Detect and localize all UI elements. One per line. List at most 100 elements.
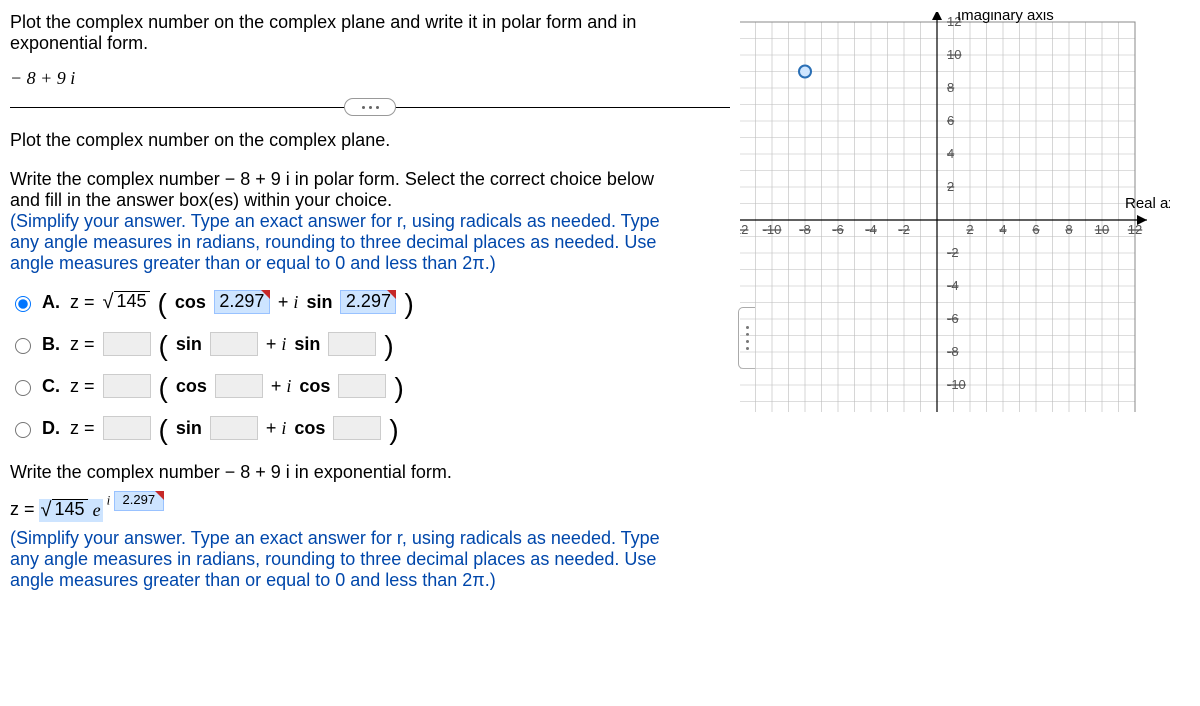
svg-text:4: 4 xyxy=(999,222,1006,237)
e-symbol: e xyxy=(93,500,101,520)
eq-label: z = xyxy=(70,376,95,397)
svg-text:6: 6 xyxy=(947,113,954,128)
polar-line1: Write the complex number − 8 + 9 i in po… xyxy=(10,169,730,190)
fn2: sin xyxy=(306,292,332,313)
choice-d-radio[interactable] xyxy=(15,422,31,438)
svg-text:-6: -6 xyxy=(947,311,959,326)
sqrt-value: 145 xyxy=(52,499,88,520)
fn2: cos xyxy=(299,376,330,397)
fn1: sin xyxy=(176,334,202,355)
eq-label: z = xyxy=(70,334,95,355)
svg-text:8: 8 xyxy=(1065,222,1072,237)
r-input[interactable] xyxy=(103,332,151,356)
angle-input-2[interactable]: 2.297 xyxy=(340,290,396,314)
angle-input-1[interactable]: 2.297 xyxy=(214,290,270,314)
plus-i: + i xyxy=(266,418,287,439)
angle-input-2[interactable] xyxy=(338,374,386,398)
plus-i: + i xyxy=(271,376,292,397)
complex-plane[interactable]: -12-12-10-10-8-8-6-6-4-4-2-2224466881010… xyxy=(740,12,1170,412)
svg-text:10: 10 xyxy=(1095,222,1109,237)
svg-text:2: 2 xyxy=(966,222,973,237)
svg-text:8: 8 xyxy=(947,80,954,95)
svg-text:Real axis: Real axis xyxy=(1125,195,1170,212)
choice-letter: B. xyxy=(42,334,60,355)
fn2: cos xyxy=(294,418,325,439)
choice-b[interactable]: B. z = ( sin + i sin ) xyxy=(10,328,730,360)
svg-text:6: 6 xyxy=(1032,222,1039,237)
polar-hint2: any angle measures in radians, rounding … xyxy=(10,232,730,253)
question-panel: Plot the complex number on the complex p… xyxy=(10,12,740,591)
expand-toggle[interactable] xyxy=(344,98,396,116)
svg-text:-12: -12 xyxy=(947,410,966,412)
svg-text:-2: -2 xyxy=(947,245,959,260)
exponent: i 2.297 xyxy=(107,491,164,511)
plot-instruction: Plot the complex number on the complex p… xyxy=(10,130,730,151)
choice-letter: C. xyxy=(42,376,60,397)
prompt-line2: exponential form. xyxy=(10,33,730,54)
eq-label: z = xyxy=(10,499,35,520)
choice-list: A. z = √145 ( cos 2.297 + i sin 2.297 ) … xyxy=(10,286,730,444)
choice-c[interactable]: C. z = ( cos + i cos ) xyxy=(10,370,730,402)
sqrt-r: √145 xyxy=(103,291,150,314)
expression-text: − 8 + 9 i xyxy=(10,68,75,88)
exp-prompt: Write the complex number − 8 + 9 i in ex… xyxy=(10,462,730,483)
selected-r: √145 e xyxy=(39,499,103,522)
exp-angle-input[interactable]: 2.297 xyxy=(114,491,164,511)
choice-letter: D. xyxy=(42,418,60,439)
angle-input-2[interactable] xyxy=(328,332,376,356)
svg-text:-10: -10 xyxy=(763,222,782,237)
graph-panel: -12-12-10-10-8-8-6-6-4-4-2-2224466881010… xyxy=(740,12,1190,591)
plus-i: + i xyxy=(278,292,299,313)
exponential-section: Write the complex number − 8 + 9 i in ex… xyxy=(10,462,730,591)
svg-text:-6: -6 xyxy=(832,222,844,237)
polar-hint1: (Simplify your answer. Type an exact ans… xyxy=(10,211,730,232)
svg-text:4: 4 xyxy=(947,146,954,161)
choice-a-radio[interactable] xyxy=(15,296,31,312)
choice-letter: A. xyxy=(42,292,60,313)
close-paren: ) xyxy=(404,288,413,320)
angle-input-1[interactable] xyxy=(210,416,258,440)
angle-input-1[interactable] xyxy=(215,374,263,398)
sqrt-value: 145 xyxy=(114,291,150,312)
choice-c-radio[interactable] xyxy=(15,380,31,396)
eq-label: z = xyxy=(70,418,95,439)
choice-a[interactable]: A. z = √145 ( cos 2.297 + i sin 2.297 ) xyxy=(10,286,730,318)
svg-text:-2: -2 xyxy=(898,222,910,237)
choice-d[interactable]: D. z = ( sin + i cos ) xyxy=(10,412,730,444)
given-expression: − 8 + 9 i xyxy=(10,68,730,89)
fn1: cos xyxy=(175,292,206,313)
svg-text:-8: -8 xyxy=(947,344,959,359)
polar-line2: and fill in the answer box(es) within yo… xyxy=(10,190,730,211)
r-input[interactable] xyxy=(103,416,151,440)
i-symbol: i xyxy=(107,492,111,507)
svg-text:12: 12 xyxy=(1128,222,1142,237)
close-paren: ) xyxy=(384,330,393,362)
close-paren: ) xyxy=(394,372,403,404)
r-input[interactable] xyxy=(103,374,151,398)
prompt-line1: Plot the complex number on the complex p… xyxy=(10,12,730,33)
svg-text:-4: -4 xyxy=(947,278,959,293)
exp-hint3: angle measures greater than or equal to … xyxy=(10,570,730,591)
angle-input-1[interactable] xyxy=(210,332,258,356)
svg-text:-10: -10 xyxy=(947,377,966,392)
choice-b-radio[interactable] xyxy=(15,338,31,354)
fn2: sin xyxy=(294,334,320,355)
svg-text:-12: -12 xyxy=(740,222,748,237)
open-paren: ( xyxy=(159,414,168,446)
page: Plot the complex number on the complex p… xyxy=(10,12,1190,591)
open-paren: ( xyxy=(159,372,168,404)
svg-text:Imaginary axis: Imaginary axis xyxy=(957,12,1054,24)
fn1: cos xyxy=(176,376,207,397)
polar-hint3: angle measures greater than or equal to … xyxy=(10,253,730,274)
plus-i: + i xyxy=(266,334,287,355)
open-paren: ( xyxy=(159,330,168,362)
exp-hint1: (Simplify your answer. Type an exact ans… xyxy=(10,528,730,549)
close-paren: ) xyxy=(389,414,398,446)
svg-text:10: 10 xyxy=(947,47,961,62)
svg-text:-8: -8 xyxy=(799,222,811,237)
angle-input-2[interactable] xyxy=(333,416,381,440)
svg-text:2: 2 xyxy=(947,179,954,194)
exp-hint2: any angle measures in radians, rounding … xyxy=(10,549,730,570)
exp-answer: z = √145 e i 2.297 xyxy=(10,499,730,522)
eq-label: z = xyxy=(70,292,95,313)
